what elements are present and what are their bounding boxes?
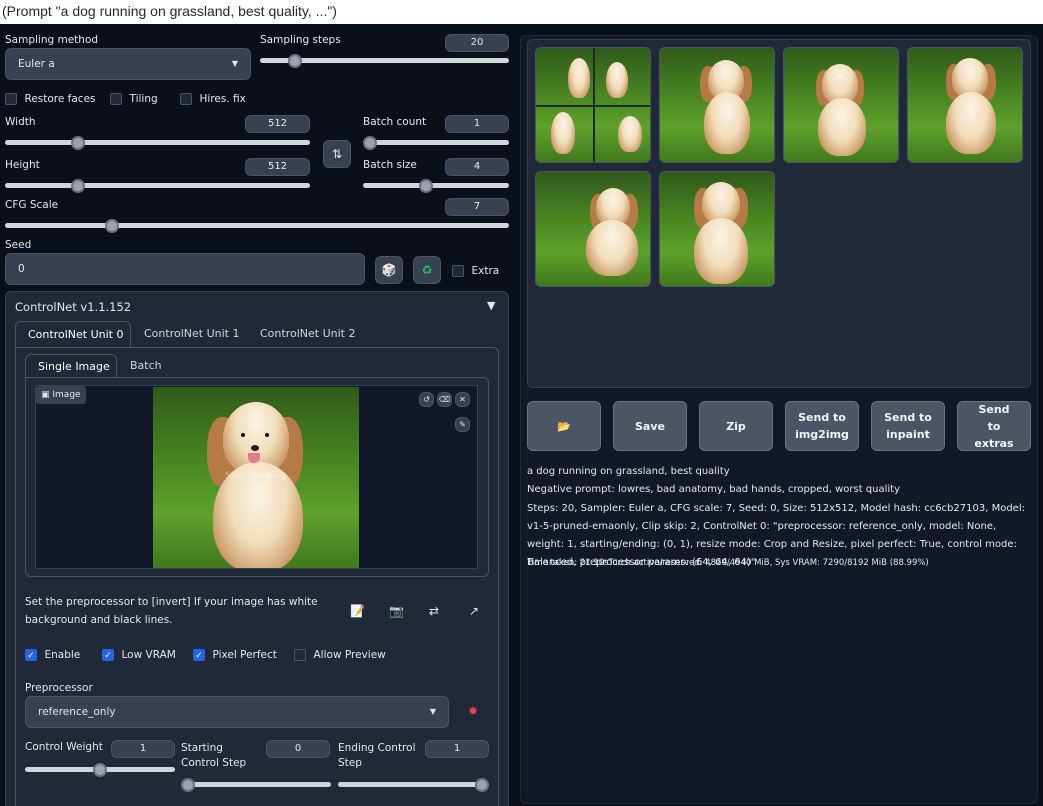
output-negative-prompt: Negative prompt: lowres, bad anatomy, ba… bbox=[527, 484, 901, 495]
tab-batch[interactable]: Batch bbox=[130, 359, 162, 372]
swap-vertical-icon[interactable]: ⇅ bbox=[323, 140, 351, 168]
gallery-item-grid[interactable] bbox=[535, 47, 651, 163]
low-vram-checkbox[interactable]: ✓ Low VRAM bbox=[102, 648, 176, 661]
allow-preview-checkbox[interactable]: Allow Preview bbox=[294, 648, 386, 661]
batch-count-input[interactable]: 1 bbox=[445, 115, 509, 133]
tab-controlnet-unit-1[interactable]: ControlNet Unit 1 bbox=[144, 327, 239, 340]
tab-single-image[interactable]: Single Image bbox=[25, 354, 117, 378]
cfg-scale-label: CFG Scale bbox=[5, 199, 59, 211]
width-slider[interactable] bbox=[5, 136, 310, 150]
ending-step-slider[interactable] bbox=[338, 778, 489, 792]
preprocessor-value: reference_only bbox=[38, 706, 116, 718]
chevron-down-icon: ▼ bbox=[429, 707, 436, 716]
sampling-steps-input[interactable]: 20 bbox=[445, 34, 509, 52]
batch-size-slider[interactable] bbox=[363, 179, 509, 193]
starting-step-slider[interactable] bbox=[181, 778, 331, 792]
preprocessor-label: Preprocessor bbox=[25, 682, 93, 694]
seed-input[interactable]: 0 bbox=[5, 253, 365, 285]
swap-arrows-icon[interactable]: ⇄ bbox=[429, 604, 439, 618]
height-label: Height bbox=[5, 159, 40, 171]
enable-checkbox[interactable]: ✓ Enable bbox=[25, 648, 80, 661]
invert-hint: Set the preprocessor to [invert] If your… bbox=[25, 596, 318, 626]
document-icon[interactable]: 📝 bbox=[350, 604, 365, 618]
hires-fix-checkbox[interactable]: Hires. fix bbox=[180, 92, 246, 105]
gallery-item-5[interactable] bbox=[659, 171, 775, 287]
recycle-icon[interactable]: ♻ bbox=[413, 256, 441, 284]
folder-icon[interactable]: 📂 bbox=[527, 401, 601, 451]
sampling-method-value: Euler a bbox=[18, 58, 55, 70]
cfg-scale-input[interactable]: 7 bbox=[445, 198, 509, 216]
preprocessor-dropdown[interactable]: reference_only ▼ bbox=[25, 696, 449, 728]
batch-count-slider[interactable] bbox=[363, 136, 509, 150]
gallery-item-1[interactable] bbox=[659, 47, 775, 163]
batch-size-label: Batch size bbox=[363, 159, 417, 171]
send-to-extras-button[interactable]: Send to extras bbox=[957, 401, 1031, 451]
batch-size-input[interactable]: 4 bbox=[445, 158, 509, 176]
tiling-checkbox[interactable]: Tiling bbox=[110, 92, 158, 105]
gallery-item-3[interactable] bbox=[907, 47, 1023, 163]
sampling-steps-label: Sampling steps bbox=[260, 34, 341, 46]
chevron-down-icon: ▼ bbox=[231, 59, 238, 68]
image-tag: ▣ Image bbox=[36, 386, 86, 404]
cfg-scale-slider[interactable] bbox=[5, 219, 509, 233]
extra-checkbox[interactable]: Extra bbox=[452, 264, 499, 277]
send-to-img2img-button[interactable]: Send to img2img bbox=[785, 401, 859, 451]
zip-button[interactable]: Zip bbox=[699, 401, 773, 451]
width-input[interactable]: 512 bbox=[245, 115, 310, 133]
close-icon[interactable]: ✕ bbox=[455, 392, 470, 407]
tab-controlnet-unit-0[interactable]: ControlNet Unit 0 bbox=[15, 321, 131, 348]
output-time-taken: Time taken: 21.10sTorch active/reserved:… bbox=[527, 558, 929, 568]
control-weight-input[interactable]: 1 bbox=[111, 740, 175, 758]
camera-icon[interactable]: 📷 bbox=[389, 604, 404, 618]
tab-controlnet-unit-2[interactable]: ControlNet Unit 2 bbox=[260, 327, 355, 340]
sampling-method-dropdown[interactable]: Euler a ▼ bbox=[5, 48, 251, 80]
seed-label: Seed bbox=[5, 239, 32, 251]
controlnet-title[interactable]: ControlNet v1.1.152 bbox=[15, 300, 131, 314]
save-button[interactable]: Save bbox=[613, 401, 687, 451]
restore-faces-checkbox[interactable]: Restore faces bbox=[5, 92, 96, 105]
run-preprocessor-icon[interactable]: ✸ bbox=[468, 704, 478, 718]
batch-count-label: Batch count bbox=[363, 116, 427, 128]
collapse-icon[interactable]: ▼ bbox=[487, 299, 495, 312]
send-dimensions-icon[interactable]: ↗ bbox=[469, 604, 479, 618]
image-icon: ▣ bbox=[41, 390, 50, 400]
output-prompt: a dog running on grassland, best quality bbox=[527, 466, 730, 477]
canvas-watermark: Start drawing bbox=[225, 471, 287, 481]
brush-icon[interactable]: ✎ bbox=[455, 417, 470, 432]
ending-step-input[interactable]: 1 bbox=[425, 740, 489, 758]
control-weight-slider[interactable] bbox=[25, 763, 175, 777]
width-label: Width bbox=[5, 116, 36, 128]
control-weight-label: Control Weight bbox=[25, 741, 103, 753]
undo-icon[interactable]: ↺ bbox=[419, 392, 434, 407]
gallery-item-2[interactable] bbox=[783, 47, 899, 163]
starting-step-input[interactable]: 0 bbox=[266, 740, 330, 758]
gallery-item-4[interactable] bbox=[535, 171, 651, 287]
send-to-inpaint-button[interactable]: Send to inpaint bbox=[871, 401, 945, 451]
starting-step-label: Starting Control Step bbox=[181, 742, 247, 769]
prompt-caption: (Prompt "a dog running on grassland, bes… bbox=[0, 0, 1043, 24]
height-slider[interactable] bbox=[5, 179, 310, 193]
ending-step-label: Ending Control Step bbox=[338, 742, 416, 769]
sampling-steps-slider[interactable] bbox=[260, 54, 509, 68]
pixel-perfect-checkbox[interactable]: ✓ Pixel Perfect bbox=[193, 648, 277, 661]
eraser-icon[interactable]: ⌫ bbox=[437, 392, 452, 407]
dice-icon[interactable]: 🎲 bbox=[375, 256, 403, 284]
sampling-method-label: Sampling method bbox=[5, 34, 99, 46]
height-input[interactable]: 512 bbox=[245, 158, 310, 176]
